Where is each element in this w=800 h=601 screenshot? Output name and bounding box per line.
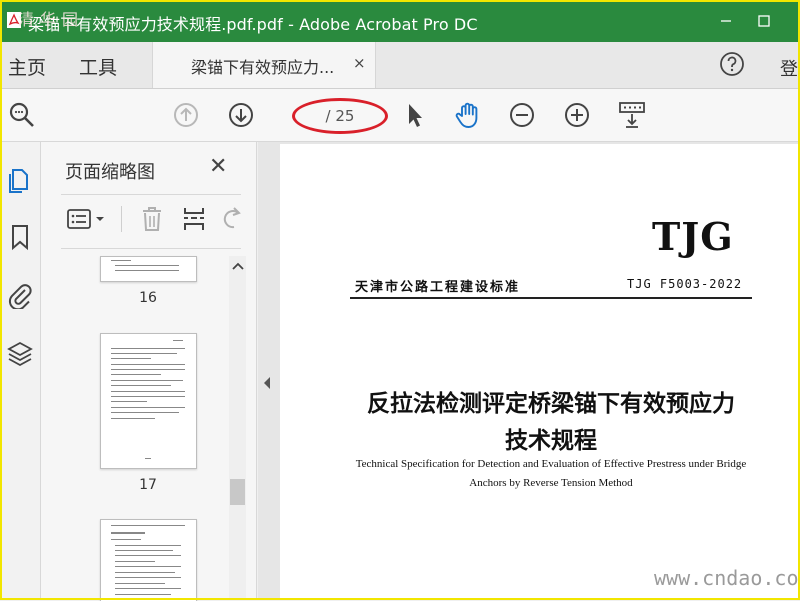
zoom-in-icon [565, 103, 589, 127]
signin-link[interactable]: 登 [780, 55, 798, 81]
chevron-up-icon [231, 262, 244, 270]
tab-label: 梁锚下有效预应力... [191, 58, 335, 77]
bookmark-icon [12, 225, 28, 251]
page-thumbnail-17[interactable] [100, 333, 197, 469]
panel-divider [61, 248, 241, 249]
pdf-page[interactable] [280, 144, 800, 600]
menu-bar: 主页 工具 梁锚下有效预应力... × 登 [0, 42, 800, 89]
options-menu-icon [67, 209, 104, 229]
thumbnail-label: 16 [139, 290, 157, 306]
panel-divider [61, 194, 241, 195]
menu-home[interactable]: 主页 [8, 53, 46, 80]
maximize-button[interactable] [750, 8, 778, 34]
zoom-out-button[interactable] [506, 99, 538, 131]
thumbnail-options-button[interactable] [65, 204, 109, 234]
hand-tool-icon [455, 102, 478, 128]
attachments-nav-button[interactable] [5, 280, 35, 310]
read-mode-button[interactable] [616, 99, 648, 131]
toolbar-divider [121, 206, 122, 232]
overlay-watermark: 清华园 [18, 10, 85, 29]
panel-close-button[interactable]: ✕ [209, 154, 227, 179]
page-down-button[interactable] [225, 99, 257, 131]
page-up-icon [174, 103, 198, 127]
english-title-line2: Anchors by Reverse Tension Method [469, 477, 633, 489]
rotate-icon [223, 207, 241, 229]
document-title-line1: 反拉法检测评定桥梁锚下有效预应力 [367, 390, 735, 417]
menu-tools[interactable]: 工具 [79, 53, 117, 80]
delete-page-button[interactable] [137, 204, 167, 234]
select-tool-button[interactable] [398, 99, 430, 131]
page-thumbnails-icon [9, 169, 28, 193]
zoom-in-button[interactable] [561, 99, 593, 131]
scrollbar-thumb[interactable] [230, 479, 245, 505]
split-pages-button[interactable] [179, 204, 209, 234]
minimize-icon [721, 20, 731, 22]
layers-nav-button[interactable] [5, 338, 35, 368]
standard-number: TJG F5003-2022 [627, 277, 743, 291]
read-mode-icon [619, 102, 645, 128]
document-title-line2: 技术规程 [505, 427, 597, 454]
header-rule [350, 297, 752, 299]
zoom-out-icon [510, 103, 534, 127]
collapse-panel-button[interactable] [258, 372, 276, 394]
panel-title: 页面缩略图 [65, 162, 155, 183]
site-watermark: www.cndao.com [654, 566, 800, 590]
tab-close-button[interactable]: × [353, 54, 366, 72]
search-zoom-button[interactable] [6, 99, 38, 131]
page-thumbnail-16[interactable] [100, 256, 197, 282]
hand-tool-button[interactable] [452, 99, 484, 131]
navigation-rail [0, 142, 41, 600]
annotation-oval [292, 98, 388, 134]
page-thumbnails-nav-button[interactable] [5, 164, 35, 194]
chevron-left-icon [264, 377, 270, 389]
page-thumbnail-18[interactable] [100, 519, 197, 601]
trash-icon [143, 207, 161, 231]
document-tab[interactable]: 梁锚下有效预应力... × [152, 42, 376, 88]
english-title-line1: Technical Specification for Detection an… [355, 458, 747, 470]
maximize-icon [758, 15, 770, 27]
rotate-page-button[interactable] [217, 204, 247, 234]
thumbnails-scrollbar[interactable] [229, 256, 246, 600]
layers-icon [7, 341, 33, 367]
minimize-button[interactable] [712, 8, 740, 34]
page-down-icon [229, 103, 253, 127]
main-toolbar: / 25 [0, 89, 800, 142]
standard-issuer: 天津市公路工程建设标准 [355, 280, 521, 295]
scroll-up-button[interactable] [229, 256, 246, 276]
title-bar: 梁锚下有效预应力技术规程.pdf.pdf - Adobe Acrobat Pro… [0, 0, 800, 42]
window-title: 梁锚下有效预应力技术规程.pdf.pdf - Adobe Acrobat Pro… [28, 15, 478, 34]
select-cursor-icon [409, 104, 422, 127]
thumbnail-label: 17 [139, 477, 157, 493]
split-pages-icon [184, 208, 204, 230]
search-zoom-icon [9, 102, 34, 127]
help-icon[interactable] [719, 51, 745, 77]
paperclip-icon [8, 284, 32, 309]
page-up-button[interactable] [170, 99, 202, 131]
bookmarks-nav-button[interactable] [5, 222, 35, 252]
document-logo: TJG [652, 214, 734, 259]
